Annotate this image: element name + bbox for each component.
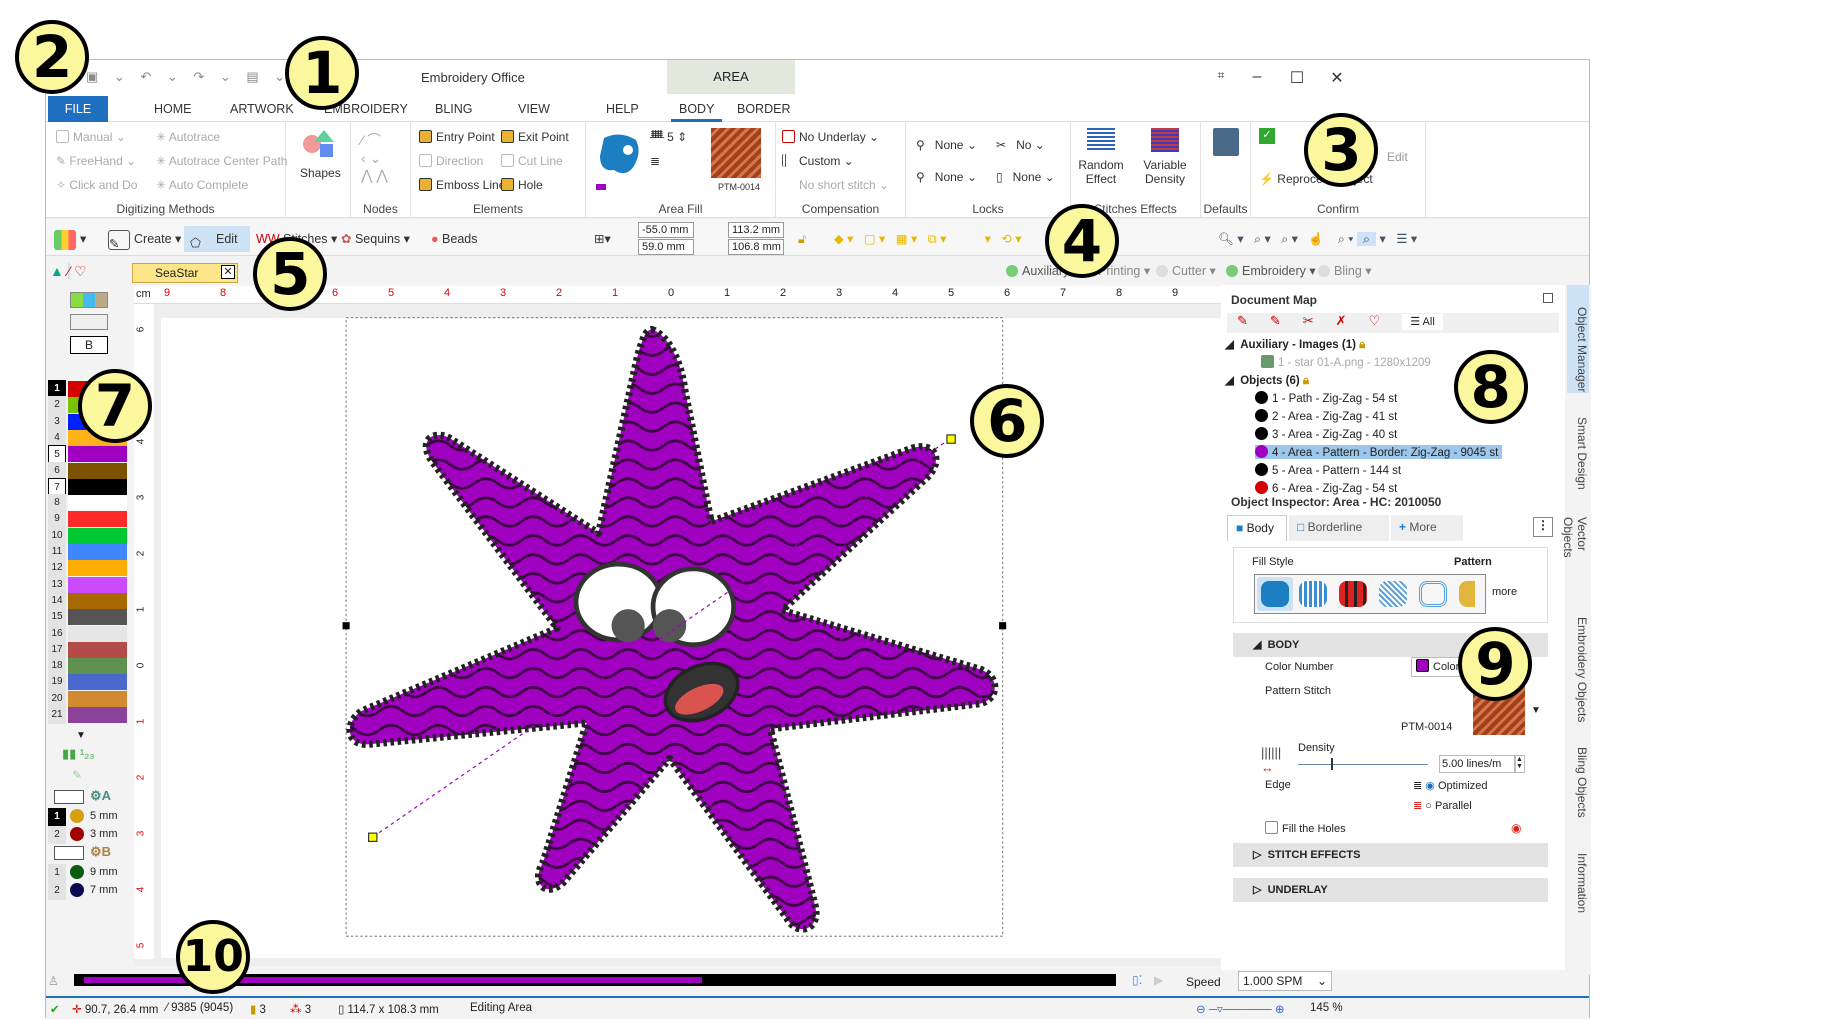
callout-marker: 2 [15,19,90,94]
star-pupil-left [611,609,645,643]
resize-handle[interactable] [999,622,1007,630]
callout-marker: 9 [1458,626,1533,701]
callout-marker: 8 [1453,350,1528,425]
star-design[interactable] [0,0,1837,1018]
resize-handle[interactable] [342,622,350,630]
callout-marker: 5 [253,236,328,311]
callout-marker: 4 [1044,203,1119,278]
callout-marker: 7 [77,369,152,444]
star-pupil-right [653,609,687,643]
direction-handle[interactable] [946,434,956,444]
callout-marker: 6 [970,383,1045,458]
direction-handle[interactable] [368,832,378,843]
